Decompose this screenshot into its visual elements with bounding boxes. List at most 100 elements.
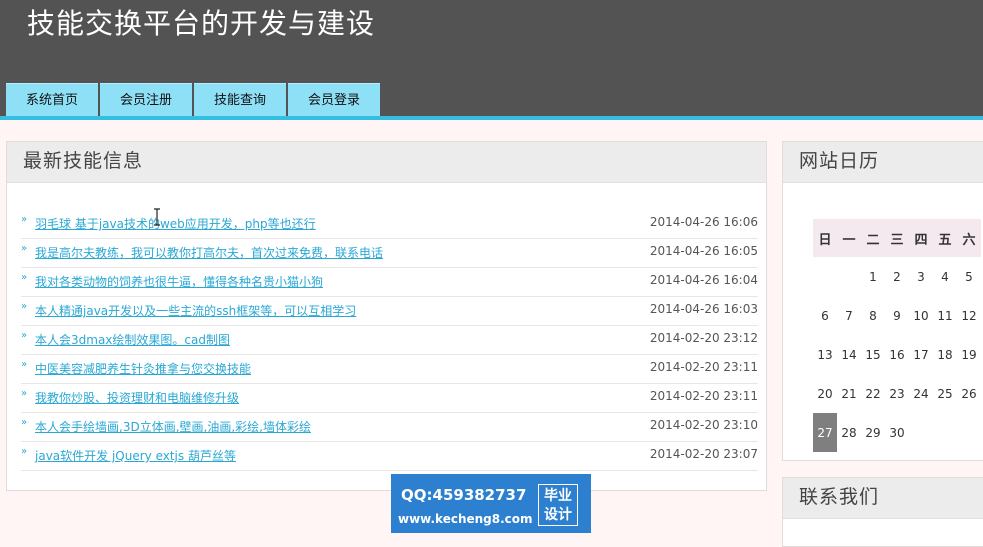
calendar-day[interactable]: 23	[885, 374, 909, 413]
calendar-day[interactable]: 13	[813, 335, 837, 374]
watermark-banner: QQ:459382737 www.kecheng8.com 毕业 设计	[391, 474, 591, 533]
weekday-label: 二	[861, 219, 885, 257]
news-link[interactable]: 本人会3dmax绘制效果图。cad制图	[35, 331, 230, 348]
calendar-day	[933, 413, 957, 452]
weekday-label: 三	[885, 219, 909, 257]
bullet-icon: »	[21, 359, 28, 370]
text-cursor-icon	[154, 208, 160, 226]
calendar-day[interactable]: 16	[885, 335, 909, 374]
news-row: » 中医美容减肥养生针灸推拿与您交换技能 2014-02-20 23:11	[21, 355, 758, 384]
calendar-day	[957, 413, 981, 452]
site-title: 技能交换平台的开发与建设	[27, 7, 376, 40]
news-link[interactable]: 本人精通java开发以及一些主流的ssh框架等，可以互相学习	[35, 302, 356, 319]
calendar-day[interactable]: 26	[957, 374, 981, 413]
nav-skill-search[interactable]: 技能查询	[194, 83, 286, 116]
news-row: » 我教你炒股、投资理财和电脑维修升级 2014-02-20 23:11	[21, 384, 758, 413]
bullet-icon: »	[21, 243, 28, 254]
calendar-day[interactable]: 21	[837, 374, 861, 413]
bullet-icon: »	[21, 272, 28, 283]
calendar-grid: 日 一 二 三 四 五 六 1 2 3 4 5 6 7 8 9 10 11 12…	[813, 219, 981, 452]
news-link[interactable]: java软件开发 jQuery extjs 葫芦丝等	[35, 447, 236, 464]
calendar-week: 27 28 29 30	[813, 413, 981, 452]
watermark-badge-line: 毕业	[544, 488, 572, 504]
calendar-day[interactable]: 22	[861, 374, 885, 413]
calendar-day[interactable]: 15	[861, 335, 885, 374]
contact-title: 联系我们	[799, 486, 880, 508]
news-date: 2014-04-26 16:04	[649, 273, 758, 287]
calendar-day[interactable]: 10	[909, 296, 933, 335]
calendar-day	[909, 413, 933, 452]
bullet-icon: »	[21, 417, 28, 428]
calendar-day[interactable]: 29	[861, 413, 885, 452]
calendar-day[interactable]: 17	[909, 335, 933, 374]
news-link[interactable]: 我对各类动物的饲养也很牛逼，懂得各种名贵小猫小狗	[35, 273, 323, 290]
calendar-day[interactable]: 12	[957, 296, 981, 335]
header-divider	[0, 116, 983, 120]
weekday-label: 六	[957, 219, 981, 257]
calendar-day[interactable]: 14	[837, 335, 861, 374]
weekday-label: 一	[837, 219, 861, 257]
latest-skills-header: 最新技能信息	[7, 142, 766, 183]
calendar-week: 6 7 8 9 10 11 12	[813, 296, 981, 335]
news-date: 2014-02-20 23:10	[649, 418, 758, 432]
calendar-weekday-row: 日 一 二 三 四 五 六	[813, 219, 981, 257]
weekday-label: 四	[909, 219, 933, 257]
weekday-label: 日	[813, 219, 837, 257]
calendar-day[interactable]: 2	[885, 257, 909, 296]
calendar-day	[837, 257, 861, 296]
watermark-badge: 毕业 设计	[538, 484, 578, 526]
calendar-day[interactable]: 20	[813, 374, 837, 413]
news-date: 2014-04-26 16:06	[649, 215, 758, 229]
news-date: 2014-04-26 16:05	[649, 244, 758, 258]
calendar-day[interactable]: 24	[909, 374, 933, 413]
nav-home[interactable]: 系统首页	[6, 83, 98, 116]
news-link[interactable]: 我是高尔夫教练，我可以教你打高尔夫，首次过来免费，联系电话	[35, 244, 383, 261]
calendar-week: 20 21 22 23 24 25 26	[813, 374, 981, 413]
news-row: » 我是高尔夫教练，我可以教你打高尔夫，首次过来免费，联系电话 2014-04-…	[21, 239, 758, 268]
calendar-day[interactable]: 18	[933, 335, 957, 374]
contact-panel: 联系我们	[782, 477, 983, 547]
calendar-day	[813, 257, 837, 296]
calendar-day[interactable]: 9	[885, 296, 909, 335]
nav-register[interactable]: 会员注册	[100, 83, 192, 116]
news-link[interactable]: 本人会手绘墙画,3D立体画,壁画,油画,彩绘,墙体彩绘	[35, 418, 311, 435]
news-date: 2014-04-26 16:03	[649, 302, 758, 316]
calendar-day[interactable]: 8	[861, 296, 885, 335]
calendar-day[interactable]: 28	[837, 413, 861, 452]
news-link[interactable]: 中医美容减肥养生针灸推拿与您交换技能	[35, 360, 251, 377]
latest-skills-title: 最新技能信息	[23, 150, 144, 172]
calendar-day[interactable]: 3	[909, 257, 933, 296]
news-date: 2014-02-20 23:11	[649, 360, 758, 374]
calendar-header: 网站日历	[783, 142, 983, 183]
news-date: 2014-02-20 23:11	[649, 389, 758, 403]
calendar-day[interactable]: 11	[933, 296, 957, 335]
watermark-qq: QQ:459382737	[401, 486, 527, 504]
calendar-day[interactable]: 25	[933, 374, 957, 413]
calendar-panel: 网站日历 日 一 二 三 四 五 六 1 2 3 4 5 6 7 8 9 10 …	[782, 141, 983, 461]
nav-login[interactable]: 会员登录	[288, 83, 380, 116]
news-date: 2014-02-20 23:12	[649, 331, 758, 345]
calendar-title: 网站日历	[799, 150, 880, 172]
calendar-day[interactable]: 19	[957, 335, 981, 374]
calendar-day[interactable]: 1	[861, 257, 885, 296]
weekday-label: 五	[933, 219, 957, 257]
calendar-day[interactable]: 5	[957, 257, 981, 296]
contact-header: 联系我们	[783, 478, 983, 519]
news-row: » 我对各类动物的饲养也很牛逼，懂得各种名贵小猫小狗 2014-04-26 16…	[21, 268, 758, 297]
news-date: 2014-02-20 23:07	[649, 447, 758, 461]
calendar-day[interactable]: 7	[837, 296, 861, 335]
calendar-day-today[interactable]: 27	[813, 413, 837, 452]
news-link[interactable]: 我教你炒股、投资理财和电脑维修升级	[35, 389, 239, 406]
site-header: 技能交换平台的开发与建设 系统首页 会员注册 技能查询 会员登录	[0, 0, 983, 116]
calendar-day[interactable]: 30	[885, 413, 909, 452]
news-row: » 羽毛球 基于java技术的web应用开发，php等也还行 2014-04-2…	[21, 210, 758, 239]
calendar-day[interactable]: 6	[813, 296, 837, 335]
bullet-icon: »	[21, 330, 28, 341]
watermark-url: www.kecheng8.com	[398, 512, 533, 526]
calendar-day[interactable]: 4	[933, 257, 957, 296]
bullet-icon: »	[21, 388, 28, 399]
bullet-icon: »	[21, 446, 28, 457]
latest-skills-panel: 最新技能信息 » 羽毛球 基于java技术的web应用开发，php等也还行 20…	[6, 141, 767, 491]
news-row: » java软件开发 jQuery extjs 葫芦丝等 2014-02-20 …	[21, 442, 758, 471]
news-link[interactable]: 羽毛球 基于java技术的web应用开发，php等也还行	[35, 215, 316, 232]
